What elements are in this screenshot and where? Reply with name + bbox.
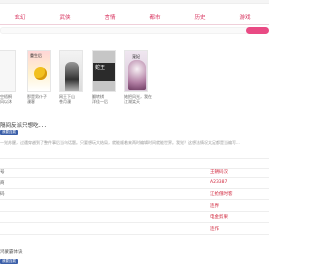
cover-text-4: 蛇王 — [95, 65, 106, 71]
info-row-5-value[interactable]: 电金剪果 — [210, 214, 228, 220]
info-row-2-label: 商 — [0, 181, 5, 186]
bottom-status-badge: 我要连载 — [0, 259, 18, 264]
tab-dushi[interactable]: 都市 — [135, 11, 175, 25]
info-row-2-value[interactable]: A23387 — [210, 180, 227, 185]
search-input[interactable] — [0, 27, 250, 34]
book-cover-2[interactable]: 重生后 — [27, 50, 51, 92]
top-status-bar — [0, 0, 269, 4]
divider — [0, 168, 269, 169]
info-row-4-value[interactable]: 连界 — [210, 203, 219, 209]
cover-text-2: 重生后 — [30, 53, 42, 58]
tabs-divider — [0, 24, 269, 25]
info-row-3-label: 码 — [0, 192, 5, 197]
divider — [0, 199, 269, 200]
divider — [0, 222, 269, 223]
info-row-6-value[interactable]: 连作 — [210, 226, 219, 232]
tab-wuxia[interactable]: 武侠 — [45, 11, 85, 25]
cover-figure-art — [128, 60, 146, 90]
book-author-1: 风以沐 — [0, 99, 12, 104]
divider — [0, 158, 269, 159]
cover-ball-art — [34, 67, 47, 80]
book-author-4: 洋佳一后 — [92, 99, 108, 104]
tab-xuanhuan[interactable]: 玄幻 — [0, 11, 40, 25]
book-cover-4[interactable]: 蛇王 — [92, 50, 116, 92]
book-section-title[interactable]: 隔间反派只想吃．．． — [0, 121, 50, 129]
book-author-3: 苍月漫 — [59, 99, 71, 104]
info-row-1-label: 号 — [0, 170, 5, 175]
book-cover-1[interactable] — [0, 50, 16, 92]
info-row-3-value[interactable]: 江抢俄时客 — [210, 191, 233, 197]
cover-text-5: 宠妃 — [132, 54, 140, 59]
book-cover-5[interactable]: 宠妃 — [124, 50, 148, 92]
book-author-5: 江湖笑天 — [124, 99, 140, 104]
info-row-1-value[interactable]: 王朝码汉 — [210, 169, 228, 175]
divider — [0, 234, 269, 235]
status-badge: 我要连载 — [0, 130, 18, 135]
book-cover-3[interactable] — [59, 50, 83, 92]
book-description: 一觉苏醒，过遇穿越到了整件事后当乌话题。只要想玩大结局，就能顺着来两时编辑时间就… — [0, 140, 240, 145]
divider — [0, 188, 269, 189]
bottom-book-title[interactable]: 鸿蒙霸体诀 — [0, 249, 23, 255]
category-tabs: 玄幻 武侠 言情 都市 历史 游戏 — [0, 11, 269, 25]
cover-figure-art — [65, 62, 79, 91]
book-author-2: 漫客 — [27, 99, 35, 104]
tab-yanqing[interactable]: 言情 — [90, 11, 130, 25]
tab-lishi[interactable]: 历史 — [180, 11, 220, 25]
divider — [0, 211, 269, 212]
divider — [0, 177, 269, 178]
search-button[interactable] — [246, 27, 269, 34]
tab-youxi[interactable]: 游戏 — [225, 11, 265, 25]
